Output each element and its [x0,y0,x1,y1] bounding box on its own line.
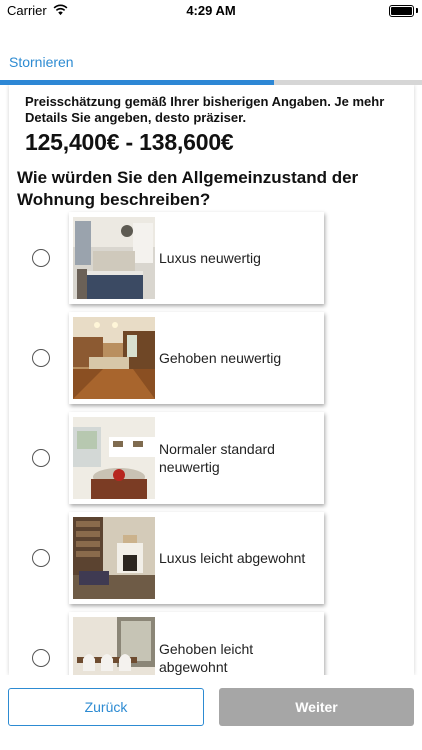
battery-tip [416,8,418,13]
radio-button[interactable] [32,649,50,667]
battery-icon [389,5,414,17]
question-title: Wie würden Sie den Allgemeinzustand der … [17,168,359,209]
clock: 4:29 AM [186,3,236,18]
radio-button[interactable] [32,449,50,467]
option-label: Luxus neuwertig [159,250,261,266]
room-photo [73,317,155,399]
option-card[interactable]: Luxus leicht abgewohnt [69,512,324,604]
option-normaler-standard-neuwertig[interactable]: Normaler standard neuwertig [0,412,422,504]
room-photo [73,217,155,299]
option-gehoben-neuwertig[interactable]: Gehoben neuwertig [0,312,422,404]
option-label: Gehoben neuwertig [159,350,282,366]
next-button[interactable]: Weiter [219,688,414,726]
estimate-description: Preisschätzung gemäß Ihrer bisherigen An… [25,94,385,125]
option-label: Luxus leicht abgewohnt [159,550,306,566]
option-luxus-neuwertig[interactable]: Luxus neuwertig [0,212,422,304]
radio-button[interactable] [32,249,50,267]
radio-button[interactable] [32,349,50,367]
price-range: 125,400€ - 138,600€ [25,129,234,155]
option-card[interactable]: Normaler standard neuwertig [69,412,324,504]
option-label: Normaler standard neuwertig [159,441,275,475]
cancel-button[interactable]: Stornieren [9,54,74,70]
option-card[interactable]: Luxus neuwertig [69,212,324,304]
option-card[interactable]: Gehoben neuwertig [69,312,324,404]
status-bar: Carrier 4:29 AM [0,0,422,22]
room-photo [73,417,155,499]
radio-button[interactable] [32,549,50,567]
back-button[interactable]: Zurück [8,688,204,726]
bottom-bar: Zurück Weiter [0,675,422,750]
option-luxus-leicht-abgewohnt[interactable]: Luxus leicht abgewohnt [0,512,422,604]
room-photo [73,517,155,599]
